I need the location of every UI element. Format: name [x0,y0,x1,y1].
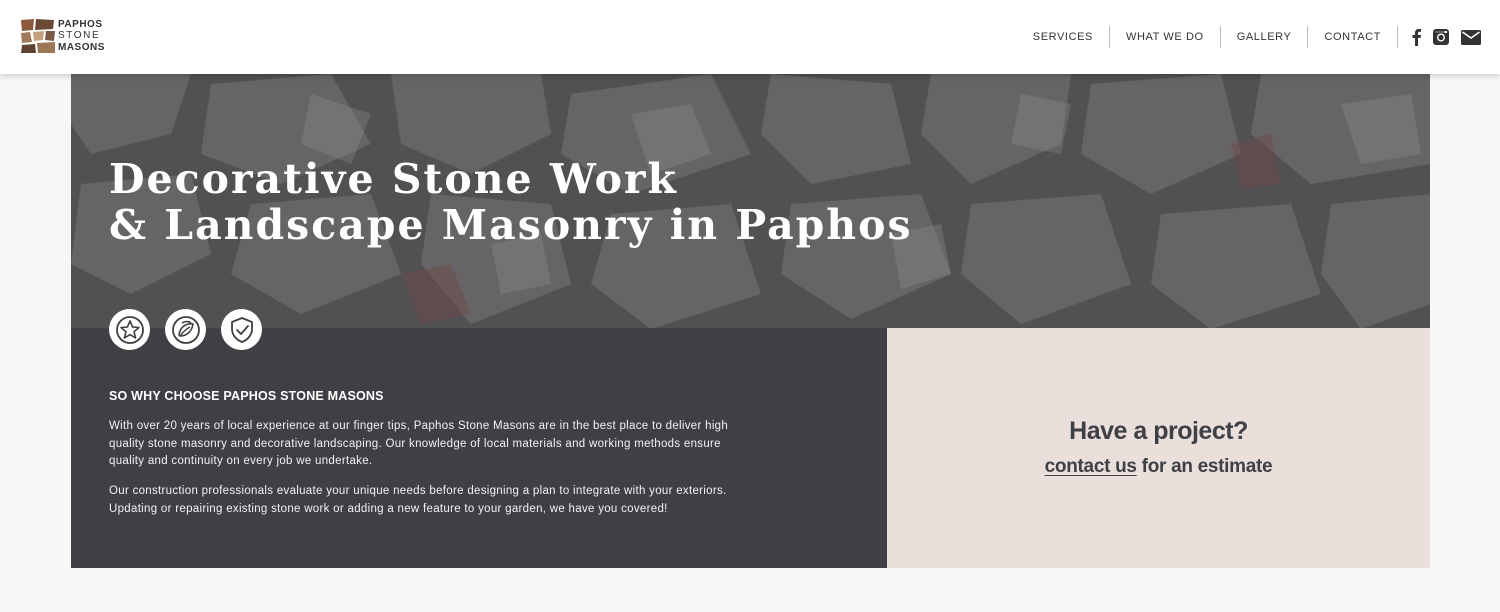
logo-mark-icon [21,19,55,53]
nav-services[interactable]: SERVICES [1033,26,1110,48]
shield-check-icon [221,309,262,350]
why-paragraph-2: Our construction professionals evaluate … [109,485,727,515]
hero-title: Decorative Stone Work & Landscape Masonr… [109,156,913,248]
social-links [1398,28,1500,46]
why-heading: SO WHY CHOOSE PAPHOS STONE MASONS [109,389,384,403]
why-paragraph-1: With over 20 years of local experience a… [109,420,729,467]
logo-line-3: MASONS [58,41,105,53]
project-cta: Have a project? contact us for an estima… [887,328,1430,568]
why-choose-section: SO WHY CHOOSE PAPHOS STONE MASONS With o… [71,328,887,568]
nav-what-we-do[interactable]: WHAT WE DO [1110,26,1221,48]
instagram-icon[interactable] [1432,28,1450,46]
leaf-icon [165,309,206,350]
logo-line-1: PAPHOS [58,18,103,30]
star-icon [109,309,150,350]
feature-badges [109,309,262,350]
hero-title-line-2: & Landscape Masonry in Paphos [109,201,913,249]
email-icon[interactable] [1460,29,1482,46]
site-header: PAPHOS STONE MASONS SERVICES WHAT WE DO … [0,0,1500,74]
nav-contact[interactable]: CONTACT [1308,26,1398,48]
site-logo[interactable]: PAPHOS STONE MASONS [20,16,110,56]
estimate-suffix: for an estimate [1136,456,1273,477]
hero-title-line-1: Decorative Stone Work [109,155,678,203]
project-estimate-line: contact us for an estimate [887,456,1430,478]
facebook-icon[interactable] [1410,28,1422,46]
logo-line-2: STONE [58,30,101,42]
logo-text: PAPHOS STONE MASONS [58,19,105,54]
hero-banner: Decorative Stone Work & Landscape Masonr… [71,74,1430,329]
main-nav: SERVICES WHAT WE DO GALLERY CONTACT [1033,0,1500,74]
nav-gallery[interactable]: GALLERY [1221,26,1309,48]
project-title: Have a project? [1069,417,1248,445]
contact-us-link[interactable]: contact us [1045,456,1137,477]
